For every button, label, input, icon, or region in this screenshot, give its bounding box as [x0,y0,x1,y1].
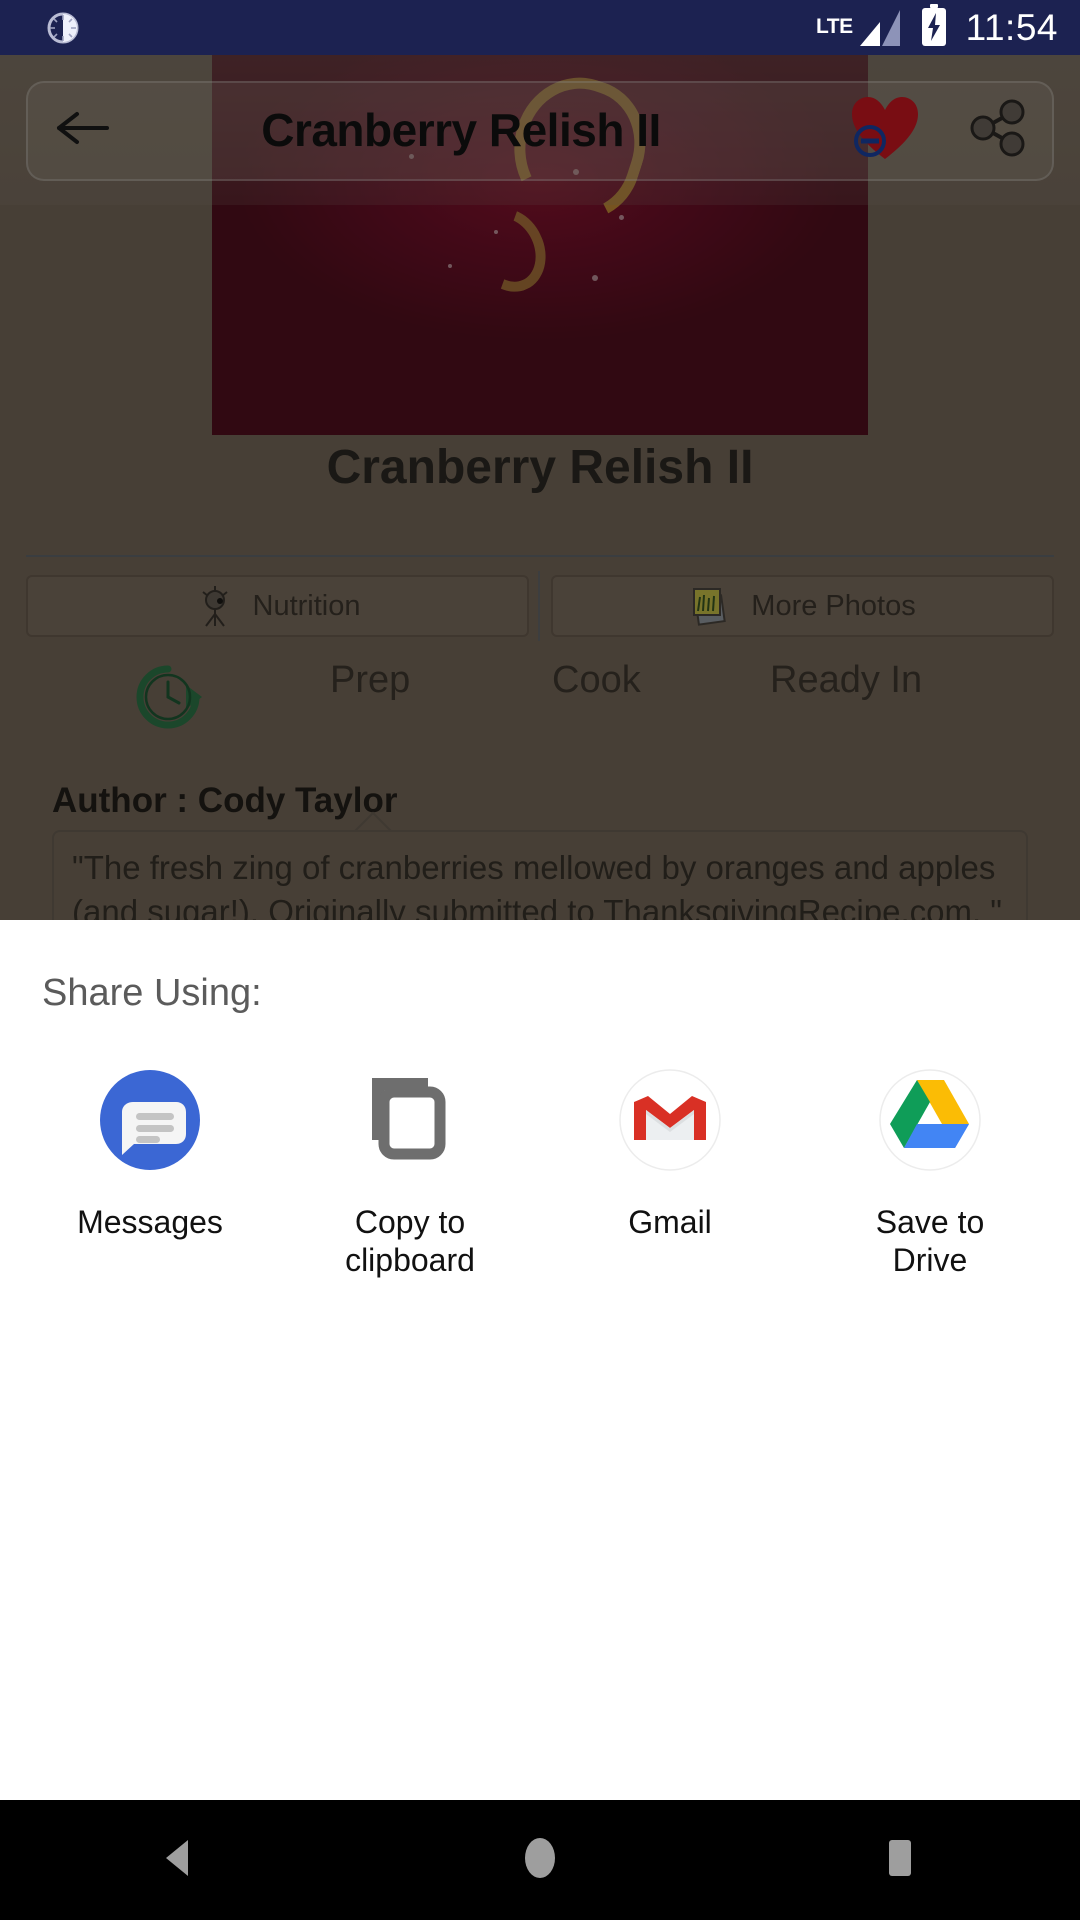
heart-filled-icon [848,93,922,168]
share-target-grid: Messages Copy to clipboard Gmail Save to… [0,1062,1080,1280]
gmail-icon [612,1062,728,1178]
status-bar-clock: 11:54 [965,6,1058,48]
battery-charging-icon [920,4,948,51]
share-target-label: Messages [77,1204,223,1240]
nutrition-icon [195,584,235,628]
recipe-action-buttons: Nutrition More Photos [26,575,1054,637]
share-nodes-icon [966,97,1028,164]
recipe-author: Author : Cody Taylor [52,781,398,820]
share-button[interactable] [954,87,1040,173]
clock-rotate-icon [128,655,212,739]
share-target-copy-to-clipboard[interactable]: Copy to clipboard [280,1062,540,1280]
nav-home-button[interactable] [465,1800,615,1920]
google-drive-icon [872,1062,988,1178]
share-target-label: Save to Drive [875,1204,985,1278]
nav-recents-button[interactable] [825,1800,975,1920]
favorite-button[interactable] [842,87,928,173]
google-messages-icon [92,1062,208,1178]
nav-back-triangle-icon [160,1836,200,1885]
app-bar-title: Cranberry Relish II [261,104,661,156]
share-target-messages[interactable]: Messages [20,1062,280,1280]
status-bar-left [46,11,816,45]
network-type-label: LTE [816,14,853,38]
status-bar-right: LTE 11:54 [816,4,1058,51]
share-target-gmail[interactable]: Gmail [540,1062,800,1280]
nutrition-button-label: Nutrition [252,589,361,622]
button-divider [538,571,540,641]
copy-clipboard-icon [352,1062,468,1178]
more-photos-button-label: More Photos [751,589,916,622]
nutrition-button[interactable]: Nutrition [26,575,529,637]
clock-app-icon [46,11,80,45]
recipe-title: Cranberry Relish II [326,441,754,494]
divider [26,555,1054,557]
share-target-save-to-drive[interactable]: Save to Drive [800,1062,1060,1280]
share-sheet: Share Using: Messages Copy to clipboard … [0,920,1080,1800]
android-nav-bar [0,1800,1080,1920]
share-sheet-title: Share Using: [42,972,262,1014]
nav-back-button[interactable] [105,1800,255,1920]
nav-home-circle-icon [520,1834,560,1887]
signal-bars-icon: LTE [816,8,902,48]
share-target-label: Copy to clipboard [345,1204,475,1278]
cook-time-label: Cook [552,659,641,701]
share-target-label: Gmail [628,1204,712,1240]
prep-time-label: Prep [330,659,411,701]
recipe-times-row: Prep Cook Ready In [0,643,1080,753]
status-bar: LTE 11:54 [0,0,1080,55]
app-bar: Cranberry Relish II [0,55,1080,205]
orange-zest-garnish-2 [459,196,560,304]
ready-in-time-label: Ready In [770,659,923,701]
nav-recents-square-icon [881,1837,919,1884]
photos-stack-icon [689,585,733,627]
more-photos-button[interactable]: More Photos [551,575,1054,637]
